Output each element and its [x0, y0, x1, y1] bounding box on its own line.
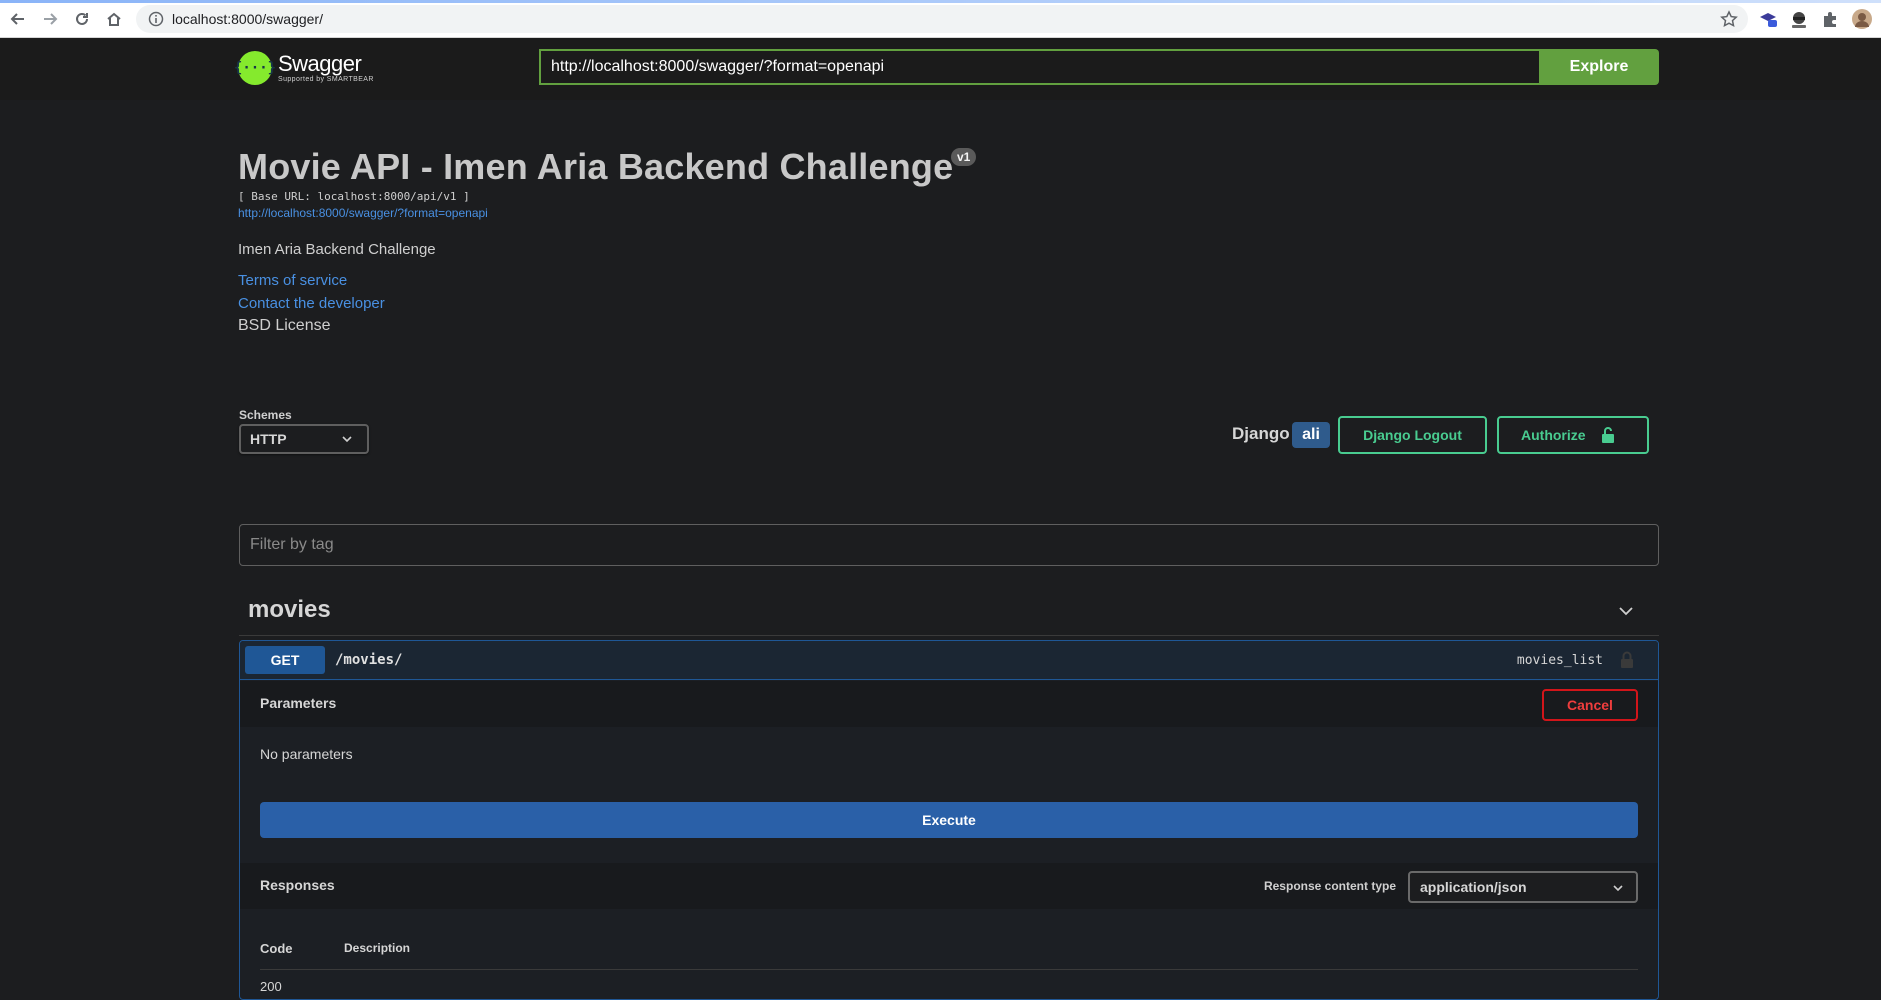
cancel-button[interactable]: Cancel	[1542, 689, 1638, 721]
forward-button[interactable]	[38, 7, 62, 31]
responses-header: Responses Response content type applicat…	[240, 863, 1658, 909]
spec-link[interactable]: http://localhost:8000/swagger/?format=op…	[238, 206, 488, 220]
responses-title: Responses	[260, 877, 335, 893]
version-badge: v1	[951, 148, 977, 166]
base-url: [ Base URL: localhost:8000/api/v1 ]	[238, 190, 470, 203]
django-label: Django	[1232, 424, 1290, 443]
lock-icon[interactable]	[1620, 651, 1634, 669]
operation-get-movies: GET /movies/ movies_list Parameters Canc…	[239, 640, 1659, 1000]
tag-name: movies	[248, 596, 331, 623]
page-load-bar	[0, 0, 1881, 3]
response-content-type-select[interactable]: application/json	[1408, 871, 1638, 903]
address-url: localhost:8000/swagger/	[172, 11, 323, 27]
license-text: BSD License	[238, 317, 331, 334]
column-header-code: Code	[260, 941, 293, 956]
username-badge: ali	[1292, 422, 1330, 448]
operation-path: /movies/	[335, 652, 403, 668]
logo-subtitle: Supported by SMARTBEAR	[278, 76, 374, 83]
contact-link[interactable]: Contact the developer	[238, 295, 385, 312]
home-button[interactable]	[102, 7, 126, 31]
arrow-right-icon	[44, 13, 58, 25]
response-code: 200	[260, 979, 282, 994]
api-title: Movie API - Imen Aria Backend Challenge	[238, 146, 954, 187]
spec-url-input[interactable]: http://localhost:8000/swagger/?format=op…	[539, 49, 1540, 85]
extension-spy-icon[interactable]	[1788, 8, 1810, 30]
address-bar[interactable]: localhost:8000/swagger/	[136, 5, 1748, 33]
http-method-badge: GET	[245, 646, 325, 674]
info-icon[interactable]	[148, 11, 164, 27]
operation-id: movies_list	[1516, 653, 1603, 668]
swagger-logo[interactable]: {···} Swagger Supported by SMARTBEAR	[234, 48, 374, 88]
unlock-icon	[1601, 427, 1614, 443]
response-content-type-label: Response content type	[1263, 879, 1396, 893]
schemes-selected: HTTP	[250, 431, 287, 447]
authorize-button[interactable]: Authorize	[1497, 416, 1649, 454]
column-header-description: Description	[344, 941, 411, 955]
parameters-header: Parameters Cancel	[240, 681, 1658, 727]
profile-avatar-icon[interactable]	[1851, 8, 1873, 30]
table-divider	[260, 969, 1638, 970]
chevron-down-icon[interactable]	[1617, 602, 1635, 620]
explore-button[interactable]: Explore	[1539, 49, 1659, 85]
operation-summary[interactable]: GET /movies/ movies_list	[240, 641, 1658, 680]
chevron-down-icon	[342, 436, 352, 443]
api-description: Imen Aria Backend Challenge	[238, 241, 436, 258]
execute-button[interactable]: Execute	[260, 802, 1638, 838]
django-logout-button[interactable]: Django Logout	[1338, 416, 1487, 454]
back-button[interactable]	[6, 7, 30, 31]
no-parameters-text: No parameters	[260, 746, 353, 762]
bookmark-star-icon[interactable]	[1720, 10, 1738, 28]
terms-link[interactable]: Terms of service	[238, 272, 347, 289]
swagger-logo-icon: {···}	[234, 51, 276, 85]
browser-toolbar: localhost:8000/swagger/	[0, 0, 1881, 38]
schemes-label: Schemes	[239, 408, 292, 422]
extension-graduation-icon[interactable]	[1757, 8, 1779, 30]
response-content-type-value: application/json	[1420, 879, 1527, 895]
filter-by-tag-input[interactable]: Filter by tag	[239, 524, 1659, 566]
tag-section-movies[interactable]: movies	[239, 584, 1659, 636]
home-icon	[107, 12, 121, 26]
parameters-title: Parameters	[260, 695, 337, 711]
extensions-puzzle-icon[interactable]	[1819, 8, 1841, 30]
reload-button[interactable]	[70, 7, 94, 31]
reload-icon	[76, 12, 88, 25]
schemes-select[interactable]: HTTP	[239, 424, 369, 454]
authorize-label: Authorize	[1521, 427, 1586, 443]
logo-name: Swagger	[278, 51, 362, 76]
swagger-topbar: {···} Swagger Supported by SMARTBEAR htt…	[0, 38, 1881, 100]
chevron-down-icon	[1613, 885, 1623, 892]
arrow-left-icon	[10, 13, 24, 25]
